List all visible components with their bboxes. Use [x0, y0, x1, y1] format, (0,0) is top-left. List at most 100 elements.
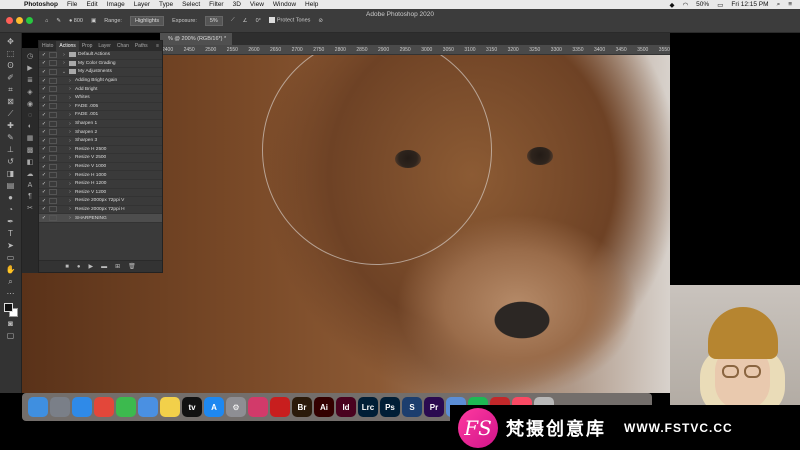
- launchpad-icon[interactable]: [50, 397, 70, 417]
- toggle-dialog-box[interactable]: [49, 60, 57, 67]
- toggle-item-checkmark-icon[interactable]: ✓: [39, 129, 49, 135]
- indesign-icon[interactable]: Id: [336, 397, 356, 417]
- toggle-item-checkmark-icon[interactable]: ✓: [39, 198, 49, 204]
- play-icon[interactable]: ▶: [88, 263, 93, 270]
- menu-edit[interactable]: Edit: [86, 1, 97, 8]
- menu-layer[interactable]: Layer: [134, 1, 150, 8]
- wifi-icon[interactable]: ◠: [683, 1, 689, 9]
- angle-field[interactable]: 0°: [256, 18, 261, 24]
- toggle-item-checkmark-icon[interactable]: ✓: [39, 52, 49, 58]
- action-row[interactable]: ✓ › FADE .005: [39, 103, 162, 112]
- toggle-item-checkmark-icon[interactable]: ✓: [39, 155, 49, 161]
- color-swatches[interactable]: [3, 303, 18, 317]
- delete-icon[interactable]: 🗑: [128, 263, 136, 270]
- angle-icon[interactable]: ∠: [243, 18, 248, 24]
- toggle-item-checkmark-icon[interactable]: ✓: [39, 103, 49, 109]
- styles-icon[interactable]: ◧: [27, 158, 34, 166]
- new-set-icon[interactable]: ▬: [101, 264, 107, 270]
- panel-menu-icon[interactable]: ≡: [156, 41, 162, 51]
- chevron-down-icon[interactable]: ⌄: [61, 69, 67, 75]
- clock[interactable]: Fri 12:15 PM: [731, 1, 768, 8]
- toggle-dialog-box[interactable]: [49, 215, 57, 222]
- safari-icon[interactable]: [72, 397, 92, 417]
- brush-settings-icon[interactable]: ▣: [91, 18, 96, 24]
- chrome-icon[interactable]: [94, 397, 114, 417]
- rectangle-tool-icon[interactable]: ▭: [3, 253, 19, 263]
- toggle-item-checkmark-icon[interactable]: ✓: [39, 206, 49, 212]
- more-tools-icon[interactable]: ⋯: [3, 289, 19, 299]
- appstore-icon[interactable]: A: [204, 397, 224, 417]
- exposure-field[interactable]: 5%: [204, 15, 223, 26]
- menu-help[interactable]: Help: [305, 1, 318, 8]
- menu-type[interactable]: Type: [159, 1, 173, 8]
- messages-icon[interactable]: [138, 397, 158, 417]
- lightroom-classic-icon[interactable]: Lrc: [358, 397, 378, 417]
- dodge-tool-icon[interactable]: ✎: [56, 18, 61, 24]
- menu-select[interactable]: Select: [182, 1, 200, 8]
- paths-icon[interactable]: ◌: [28, 112, 32, 119]
- toggle-dialog-box[interactable]: [49, 206, 57, 213]
- toggle-item-checkmark-icon[interactable]: ✓: [39, 69, 49, 75]
- toggle-item-checkmark-icon[interactable]: ✓: [39, 60, 49, 66]
- healing-brush-tool-icon[interactable]: ✚: [3, 121, 19, 131]
- action-row[interactable]: ✓ › Resize 2000px 72ppi H: [39, 206, 162, 215]
- toggle-dialog-box[interactable]: [49, 180, 57, 187]
- toggle-dialog-box[interactable]: [49, 86, 57, 93]
- toggle-dialog-box[interactable]: [49, 129, 57, 136]
- character-icon[interactable]: A: [28, 182, 33, 189]
- action-row[interactable]: ✓ › Sharpen 2: [39, 128, 162, 137]
- gradient-tool-icon[interactable]: ▤: [3, 181, 19, 191]
- menu-image[interactable]: Image: [107, 1, 125, 8]
- toggle-dialog-box[interactable]: [49, 189, 57, 196]
- toggle-item-checkmark-icon[interactable]: ✓: [39, 172, 49, 178]
- action-row[interactable]: ✓ › FADE .001: [39, 111, 162, 120]
- properties-icon[interactable]: ≣: [27, 76, 33, 84]
- adjustments-icon[interactable]: ◐: [28, 123, 32, 130]
- action-row[interactable]: ✓ › Resize 2000px 72ppi V: [39, 197, 162, 206]
- layers-icon[interactable]: ◈: [27, 88, 32, 96]
- tab-paths[interactable]: Paths: [132, 41, 151, 51]
- minimize-window-button[interactable]: [16, 17, 23, 24]
- toggle-dialog-box[interactable]: [49, 137, 57, 144]
- menu-3d[interactable]: 3D: [233, 1, 241, 8]
- bridge-icon[interactable]: Br: [292, 397, 312, 417]
- marquee-tool-icon[interactable]: ⬚: [3, 49, 19, 59]
- action-row[interactable]: ✓ › Resize V 1000: [39, 163, 162, 172]
- chevron-right-icon[interactable]: ›: [61, 60, 67, 66]
- toggle-dialog-box[interactable]: [49, 163, 57, 170]
- toggle-dialog-box[interactable]: [49, 103, 57, 110]
- crop-tool-icon[interactable]: ⌗: [3, 85, 19, 95]
- action-row[interactable]: ✓ › Resize H 2500: [39, 146, 162, 155]
- acrobat-icon[interactable]: [270, 397, 290, 417]
- toggle-item-checkmark-icon[interactable]: ✓: [39, 138, 49, 144]
- sketchbook-icon[interactable]: S: [402, 397, 422, 417]
- action-row[interactable]: ✓ › Sharpen 3: [39, 137, 162, 146]
- action-row[interactable]: ✓ › Resize H 1000: [39, 171, 162, 180]
- tab-channels[interactable]: Chan: [114, 41, 132, 51]
- dropbox-icon[interactable]: ◆: [670, 1, 675, 9]
- premiere-icon[interactable]: Pr: [424, 397, 444, 417]
- toggle-item-checkmark-icon[interactable]: ✓: [39, 164, 49, 170]
- paragraph-icon[interactable]: ¶: [28, 193, 32, 200]
- quick-select-tool-icon[interactable]: ✐: [3, 73, 19, 83]
- creative-cloud-icon[interactable]: [248, 397, 268, 417]
- tool-presets-icon[interactable]: ✂: [27, 204, 33, 212]
- menu-photoshop[interactable]: Photoshop: [24, 1, 58, 8]
- toggle-dialog-box[interactable]: [49, 68, 57, 75]
- toggle-dialog-box[interactable]: [49, 111, 57, 118]
- menu-file[interactable]: File: [67, 1, 77, 8]
- toggle-item-checkmark-icon[interactable]: ✓: [39, 86, 49, 92]
- illustrator-icon[interactable]: Ai: [314, 397, 334, 417]
- photoshop-icon[interactable]: Ps: [380, 397, 400, 417]
- action-row[interactable]: ✓ › Resize H 1200: [39, 180, 162, 189]
- toggle-item-checkmark-icon[interactable]: ✓: [39, 121, 49, 127]
- toggle-dialog-box[interactable]: [49, 197, 57, 204]
- zoom-window-button[interactable]: [26, 17, 33, 24]
- action-set-row[interactable]: ✓ ⌄ My Adjustments: [39, 68, 162, 77]
- stop-recording-icon[interactable]: ■: [65, 264, 69, 270]
- libraries-icon[interactable]: ▦: [27, 134, 34, 142]
- action-row[interactable]: ✓ › Resize V 1200: [39, 189, 162, 198]
- toggle-item-checkmark-icon[interactable]: ✓: [39, 146, 49, 152]
- toggle-dialog-box[interactable]: [49, 77, 57, 84]
- toggle-dialog-box[interactable]: [49, 154, 57, 161]
